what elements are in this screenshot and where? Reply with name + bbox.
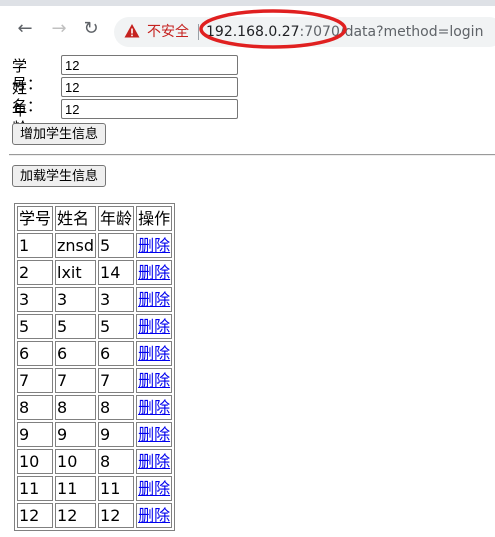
cell-age: 6 <box>98 341 135 366</box>
cell-name: lxit <box>55 260 97 285</box>
not-secure-label[interactable]: 不安全 <box>147 23 189 41</box>
cell-age: 14 <box>98 260 135 285</box>
table-row: 11 11 11 删除 <box>17 476 173 501</box>
delete-link[interactable]: 删除 <box>138 344 170 363</box>
cell-id: 6 <box>17 341 54 366</box>
cell-age: 7 <box>98 368 135 393</box>
table-row: 1 znsd 5 删除 <box>17 233 173 258</box>
cell-age: 9 <box>98 422 135 447</box>
cell-id: 10 <box>17 449 54 474</box>
cell-name: znsd <box>55 233 97 258</box>
cell-name: 8 <box>55 395 97 420</box>
delete-link[interactable]: 删除 <box>138 290 170 309</box>
delete-link[interactable]: 删除 <box>138 506 170 525</box>
cell-action: 删除 <box>136 449 173 474</box>
browser-toolbar: ← → ↻ 不安全 192.168.0.27:7070/data?method=… <box>0 6 495 47</box>
cell-action: 删除 <box>136 287 173 312</box>
cell-id: 1 <box>17 233 54 258</box>
table-row: 3 3 3 删除 <box>17 287 173 312</box>
cell-name: 12 <box>55 503 97 528</box>
table-row: 5 5 5 删除 <box>17 314 173 339</box>
header-action: 操作 <box>136 206 173 231</box>
cell-id: 9 <box>17 422 54 447</box>
table-row: 12 12 12 删除 <box>17 503 173 528</box>
delete-link[interactable]: 删除 <box>138 398 170 417</box>
age-input[interactable] <box>61 99 238 119</box>
cell-name: 6 <box>55 341 97 366</box>
cell-name: 10 <box>55 449 97 474</box>
warning-icon[interactable] <box>124 23 140 39</box>
cell-name: 3 <box>55 287 97 312</box>
table-row: 7 7 7 删除 <box>17 368 173 393</box>
cell-age: 11 <box>98 476 135 501</box>
table-row: 6 6 6 删除 <box>17 341 173 366</box>
cell-id: 8 <box>17 395 54 420</box>
header-id: 学号 <box>17 206 54 231</box>
delete-link[interactable]: 删除 <box>138 452 170 471</box>
cell-id: 3 <box>17 287 54 312</box>
delete-link[interactable]: 删除 <box>138 371 170 390</box>
cell-id: 11 <box>17 476 54 501</box>
cell-age: 12 <box>98 503 135 528</box>
delete-link[interactable]: 删除 <box>138 263 170 282</box>
table-row: 2 lxit 14 删除 <box>17 260 173 285</box>
cell-action: 删除 <box>136 314 173 339</box>
cell-action: 删除 <box>136 341 173 366</box>
cell-action: 删除 <box>136 422 173 447</box>
cell-name: 11 <box>55 476 97 501</box>
cell-age: 8 <box>98 395 135 420</box>
cell-age: 5 <box>98 314 135 339</box>
cell-name: 7 <box>55 368 97 393</box>
cell-id: 5 <box>17 314 54 339</box>
cell-age: 5 <box>98 233 135 258</box>
forward-arrow-icon[interactable]: → <box>49 19 69 39</box>
omnibox-divider <box>198 24 199 40</box>
cell-name: 9 <box>55 422 97 447</box>
delete-link[interactable]: 删除 <box>138 479 170 498</box>
table-row: 8 8 8 删除 <box>17 395 173 420</box>
url-path: :7070/data?method=login <box>299 24 484 40</box>
cell-age: 3 <box>98 287 135 312</box>
delete-link[interactable]: 删除 <box>138 425 170 444</box>
cell-id: 2 <box>17 260 54 285</box>
reload-icon[interactable]: ↻ <box>81 19 101 39</box>
header-name: 姓名 <box>55 206 97 231</box>
add-student-button[interactable]: 增加学生信息 <box>12 123 107 145</box>
cell-id: 7 <box>17 368 54 393</box>
id-input[interactable] <box>61 55 238 75</box>
name-input[interactable] <box>61 77 238 97</box>
delete-link[interactable]: 删除 <box>138 236 170 255</box>
back-arrow-icon[interactable]: ← <box>15 19 35 39</box>
cell-action: 删除 <box>136 233 173 258</box>
table-row: 9 9 9 删除 <box>17 422 173 447</box>
address-bar[interactable]: 不安全 192.168.0.27:7070/data?method=login <box>114 17 495 47</box>
cell-action: 删除 <box>136 476 173 501</box>
delete-link[interactable]: 删除 <box>138 317 170 336</box>
cell-id: 12 <box>17 503 54 528</box>
table-header-row: 学号 姓名 年龄 操作 <box>17 206 173 231</box>
cell-action: 删除 <box>136 260 173 285</box>
load-students-button[interactable]: 加载学生信息 <box>12 165 107 187</box>
header-age: 年龄 <box>98 206 135 231</box>
url-host: 192.168.0.27 <box>206 24 300 40</box>
students-table: 学号 姓名 年龄 操作 1 znsd 5 删除 2 lxit 14 删除 3 3… <box>14 203 176 531</box>
url-text[interactable]: 192.168.0.27:7070/data?method=login <box>206 23 483 41</box>
table-row: 10 10 8 删除 <box>17 449 173 474</box>
cell-action: 删除 <box>136 503 173 528</box>
cell-action: 删除 <box>136 368 173 393</box>
cell-name: 5 <box>55 314 97 339</box>
cell-age: 8 <box>98 449 135 474</box>
cell-action: 删除 <box>136 395 173 420</box>
divider <box>9 154 495 156</box>
